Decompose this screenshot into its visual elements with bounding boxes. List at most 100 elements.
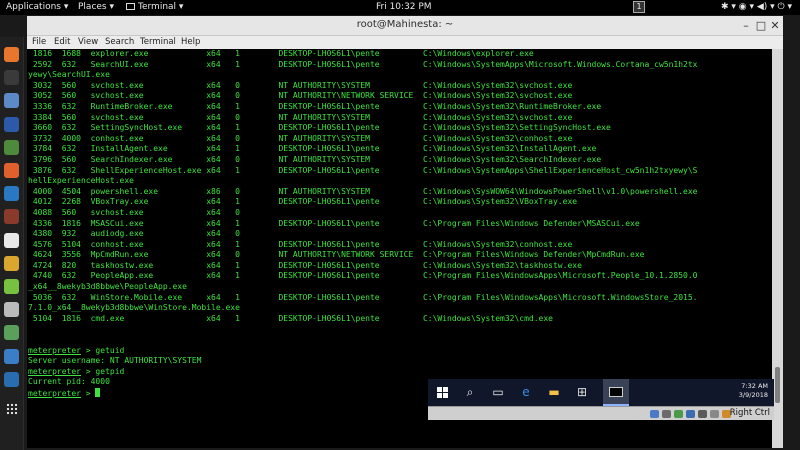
session-text: > getpid xyxy=(80,366,125,376)
settings-icon[interactable] xyxy=(4,348,19,364)
host-key-label: Right Ctrl xyxy=(729,408,770,418)
meterpreter-prompt: meterpreter xyxy=(28,389,81,398)
terminal-line: 4380 932 audiodg.exe x64 0 xyxy=(28,229,240,239)
file-explorer-icon[interactable]: ▬ xyxy=(546,384,562,400)
places-menu[interactable]: Places ▾ xyxy=(78,1,114,14)
terminal-line: 5104 1816 cmd.exe x64 1 DESKTOP-LH0S6L1\… xyxy=(28,313,553,323)
terminal-line: 1816 1688 explorer.exe x64 1 DESKTOP-LH0… xyxy=(28,49,534,58)
terminal-line: hellExperienceHost.exe xyxy=(28,176,134,186)
edge-icon[interactable]: e xyxy=(518,384,534,400)
maltego-icon[interactable] xyxy=(4,186,19,202)
terminal-line: 3732 4000 conhost.exe x64 0 NT AUTHORITY… xyxy=(28,133,573,143)
terminal-line: 3336 632 RuntimeBroker.exe x64 1 DESKTOP… xyxy=(28,101,602,111)
app-icon[interactable] xyxy=(4,302,19,318)
terminal-line: 3784 632 InstallAgent.exe x64 1 DESKTOP-… xyxy=(28,144,597,154)
chrome-icon[interactable] xyxy=(4,255,19,271)
terminal-line: 3796 560 SearchIndexer.exe x64 0 NT AUTH… xyxy=(28,154,602,164)
minimize-icon[interactable]: – xyxy=(739,18,753,33)
close-icon[interactable]: ✕ xyxy=(768,18,782,33)
maximize-icon[interactable]: □ xyxy=(754,18,768,33)
menu-help[interactable]: Help xyxy=(181,37,200,47)
burpsuite-icon[interactable] xyxy=(4,163,19,178)
terminal-line: 4000 4504 powershell.exe x86 0 NT AUTHOR… xyxy=(28,186,698,196)
notes-icon[interactable] xyxy=(4,279,19,294)
cmd-icon xyxy=(609,387,623,397)
search-icon[interactable]: ⌕ xyxy=(462,384,478,400)
terminal-line: 7.1.0_x64__8wekyb3d8bbwe\WinStore.Mobile… xyxy=(28,303,240,313)
terminal-line: 4724 820 taskhostw.exe x64 1 DESKTOP-LH0… xyxy=(28,260,582,270)
menu-search[interactable]: Search xyxy=(105,37,134,47)
window-titlebar[interactable]: root@Mahinesta: ~ – □ ✕ xyxy=(27,16,783,36)
hard-disk-icon[interactable] xyxy=(650,410,659,418)
audio-icon[interactable] xyxy=(674,410,683,418)
session-line: meterpreter > getuid xyxy=(28,346,772,357)
terminal-line: 2592 632 SearchUI.exe x64 1 DESKTOP-LH0S… xyxy=(28,59,698,69)
terminal-line: 4624 3556 MpCmdRun.exe x64 0 NT AUTHORIT… xyxy=(28,250,645,260)
terminal-line: 3876 632 ShellExperienceHost.exe x64 1 D… xyxy=(28,165,698,175)
terminal-line: 3052 560 svchost.exe x64 0 NT AUTHORITY\… xyxy=(28,91,573,101)
optical-drive-icon[interactable] xyxy=(662,410,671,418)
window-title: root@Mahinesta: ~ xyxy=(356,19,454,30)
terminal-icon[interactable] xyxy=(4,70,19,86)
terminal-line: 4012 2268 VBoxTray.exe x64 1 DESKTOP-LH0… xyxy=(28,197,578,207)
session-line: Server username: NT AUTHORITY\SYSTEM xyxy=(28,356,772,367)
menubar: File Edit View Search Terminal Help xyxy=(27,36,783,49)
metasploit-icon[interactable] xyxy=(4,116,19,132)
windows-start-icon[interactable] xyxy=(437,387,448,398)
terminal-line: 4088 560 svchost.exe x64 0 xyxy=(28,207,240,217)
show-applications-icon[interactable] xyxy=(6,403,18,415)
terminal-line: _x64__8wekyb3d8bbwe\PeopleApp.exe xyxy=(28,282,187,292)
system-tray[interactable]: ✱ ▾ ◉ ▾ ◀) ▾ ⏻ ▾ xyxy=(721,1,792,14)
text-cursor xyxy=(95,388,101,397)
scrollbar-thumb[interactable] xyxy=(775,367,780,403)
applications-menu[interactable]: Applications ▾ xyxy=(6,1,68,14)
top-panel: Applications ▾ Places ▾ Terminal ▾ Fri 1… xyxy=(0,0,800,15)
taskbar-cmd-button[interactable] xyxy=(603,379,629,406)
armitage-icon[interactable] xyxy=(4,139,19,155)
store-icon[interactable]: ⊞ xyxy=(574,384,590,400)
network-icon[interactable] xyxy=(686,410,695,418)
terminal-line: 4740 632 PeopleApp.exe x64 1 DESKTOP-LH0… xyxy=(28,271,698,281)
workspace-indicator[interactable]: 1 xyxy=(633,1,645,13)
terminal-icon xyxy=(126,3,135,10)
firefox-icon[interactable] xyxy=(4,47,19,62)
meterpreter-prompt: meterpreter xyxy=(28,366,81,376)
session-line: meterpreter > getpid xyxy=(28,367,772,378)
terminal-app-label: Terminal ▾ xyxy=(138,2,184,12)
virtualbox-icon[interactable] xyxy=(4,371,19,387)
terminal-line: 3660 632 SettingSyncHost.exe x64 1 DESKT… xyxy=(28,123,611,133)
terminal-line: 4336 1816 MSASCui.exe x64 1 DESKTOP-LH0S… xyxy=(28,218,640,228)
windows-clock-date: 3/9/2018 xyxy=(738,391,768,399)
terminal-app-menu[interactable]: Terminal ▾ xyxy=(126,1,183,14)
session-text: > getuid xyxy=(80,345,125,355)
windows-clock-time: 7:32 AM xyxy=(741,382,768,390)
terminal-line: 4576 5104 conhost.exe x64 1 DESKTOP-LH0S… xyxy=(28,239,573,249)
session-text: Current pid: 4000 xyxy=(28,377,110,387)
menu-view[interactable]: View xyxy=(78,37,98,47)
windows-taskbar: ⌕ ▭ e ▬ ⊞ 7:32 AM 3/9/2018 xyxy=(428,379,774,406)
menu-terminal[interactable]: Terminal xyxy=(140,37,176,47)
terminal-line: 3032 560 svchost.exe x64 0 NT AUTHORITY\… xyxy=(28,80,573,90)
windows-clock[interactable]: 7:32 AM 3/9/2018 xyxy=(739,382,768,400)
usb-icon[interactable] xyxy=(698,410,707,418)
faraday-icon[interactable] xyxy=(4,232,19,248)
session-text: > xyxy=(80,389,96,398)
terminal-line: yewy\SearchUI.exe xyxy=(28,70,110,80)
beef-icon[interactable] xyxy=(4,209,19,225)
files-icon[interactable] xyxy=(4,93,19,109)
menu-edit[interactable]: Edit xyxy=(54,37,70,47)
virtualbox-statusbar: Right Ctrl xyxy=(428,406,774,420)
clock[interactable]: Fri 10:32 PM xyxy=(376,1,432,14)
task-view-icon[interactable]: ▭ xyxy=(490,384,506,400)
terminal-line: 5036 632 WinStore.Mobile.exe x64 1 DESKT… xyxy=(28,292,698,302)
shared-folders-icon[interactable] xyxy=(710,410,719,418)
dock xyxy=(0,37,24,450)
session-text: Server username: NT AUTHORITY\SYSTEM xyxy=(28,356,202,366)
terminal-line: 3384 560 svchost.exe x64 0 NT AUTHORITY\… xyxy=(28,112,573,122)
cherrytree-icon[interactable] xyxy=(4,325,19,341)
virtualbox-window: ⌕ ▭ e ▬ ⊞ 7:32 AM 3/9/2018 Right Ctrl xyxy=(428,379,774,420)
meterpreter-prompt: meterpreter xyxy=(28,345,81,355)
menu-file[interactable]: File xyxy=(32,37,46,47)
